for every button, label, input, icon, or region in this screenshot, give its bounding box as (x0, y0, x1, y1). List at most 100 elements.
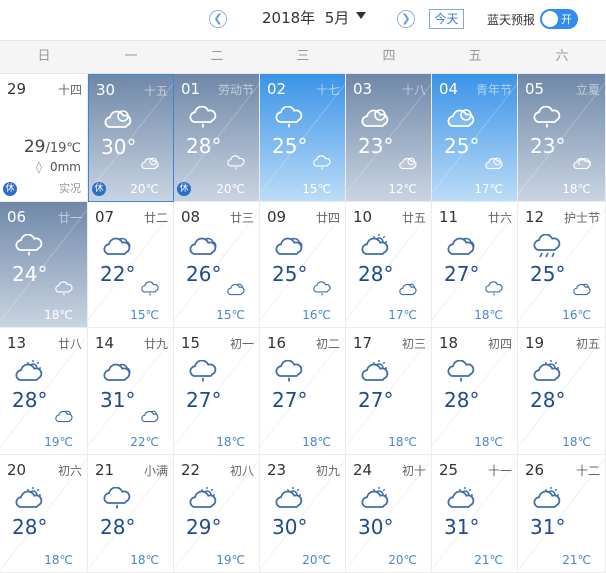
rainfall-value: 0mm (49, 160, 81, 174)
sun-cloud-icon (186, 487, 220, 513)
lunar-date: 十四 (57, 83, 82, 97)
lunar-date: 十一 (487, 464, 512, 478)
chevron-left-icon[interactable]: ❮ (209, 10, 227, 28)
day-cell[interactable]: 30 十五 30° 20℃ 休 (88, 74, 174, 202)
low-temperature: 18℃ (44, 308, 73, 322)
day-cell[interactable]: 11 廿六 27° 18℃ (432, 202, 518, 328)
day-cell[interactable]: 06 廿一 24° 18℃ (0, 202, 88, 328)
day-cell[interactable]: 13 廿八 28° 19℃ (0, 328, 88, 455)
partly-cloudy-icon (397, 281, 419, 299)
day-cell[interactable]: 17 初三 27° 18℃ (346, 328, 432, 455)
lunar-date: 十八 (401, 83, 426, 97)
day-cell[interactable]: 02 十七 25° 15℃ (260, 74, 346, 202)
day-cell[interactable]: 21 小满 28° 18℃ (88, 455, 174, 573)
day-cell[interactable]: 03 十八 23° 12℃ (346, 74, 432, 202)
day-number: 05 (525, 80, 545, 98)
lunar-date: 十七 (315, 83, 340, 97)
high-temperature: 28° (186, 134, 222, 158)
day-cell[interactable]: 01 劳动节 28° 20℃ 休 (174, 74, 260, 202)
high-temperature: 24° (12, 262, 48, 286)
day-cell[interactable]: 26 十二 31° 21℃ (518, 455, 606, 573)
rain-icon (186, 359, 220, 386)
day-cell[interactable]: 10 廿五 28° 17℃ (346, 202, 432, 328)
day-cell[interactable]: 24 初十 30° 20℃ (346, 455, 432, 573)
partly-cloudy-icon (483, 155, 505, 173)
sun-cloud-icon (12, 487, 46, 513)
observed-low: /19℃ (45, 141, 81, 156)
day-cell-past[interactable]: 29 十四 29/19℃ ◊ 0mm 实况休 (0, 74, 88, 202)
partly-cloudy-icon (53, 408, 75, 426)
lunar-date: 立夏 (575, 83, 600, 97)
day-cell[interactable]: 14 廿九 31° 22℃ (88, 328, 174, 455)
caret-down-icon[interactable] (356, 12, 366, 19)
low-temperature: 12℃ (388, 182, 417, 196)
high-temperature: 25° (530, 262, 566, 286)
lunar-date: 廿三 (229, 211, 254, 225)
high-temperature: 25° (444, 134, 480, 158)
lunar-date: 十五 (143, 84, 168, 98)
rain-icon (311, 281, 333, 299)
cloudy-icon (186, 234, 220, 260)
toggle-knob (542, 11, 558, 27)
day-cell[interactable]: 16 初二 27° 18℃ (260, 328, 346, 455)
day-number: 23 (267, 461, 287, 479)
high-temperature: 23° (358, 134, 394, 158)
day-number: 14 (95, 334, 115, 352)
partly-cloudy-icon (571, 281, 593, 299)
sun-cloud-icon (444, 487, 478, 513)
high-temperature: 31° (444, 515, 480, 539)
lunar-date: 初二 (315, 337, 340, 351)
month-selector[interactable]: 2018年 5月 (262, 7, 349, 28)
high-temperature: 25° (272, 134, 308, 158)
high-temperature: 27° (444, 262, 480, 286)
day-cell[interactable]: 18 初四 28° 18℃ (432, 328, 518, 455)
holiday-badge: 休 (177, 182, 191, 196)
low-temperature: 19℃ (216, 553, 245, 567)
day-number: 13 (7, 334, 27, 352)
sun-cloud-icon (358, 487, 392, 513)
lunar-date: 护士节 (563, 211, 600, 225)
low-temperature: 18℃ (474, 308, 503, 322)
rain-icon (12, 233, 46, 260)
day-number: 01 (181, 80, 201, 98)
day-number: 04 (439, 80, 459, 98)
day-cell[interactable]: 25 十一 31° 21℃ (432, 455, 518, 573)
observed-note: 实况 (59, 182, 81, 195)
day-number: 24 (353, 461, 373, 479)
day-cell[interactable]: 22 初八 29° 19℃ (174, 455, 260, 573)
day-number: 30 (96, 81, 116, 99)
high-temperature: 25° (272, 262, 308, 286)
day-cell[interactable]: 23 初九 30° 20℃ (260, 455, 346, 573)
forecast-toggle[interactable]: 开 (540, 9, 578, 29)
sun-cloud-icon (530, 360, 564, 386)
lunar-date: 初四 (487, 337, 512, 351)
today-button[interactable]: 今天 (429, 9, 464, 29)
day-cell[interactable]: 15 初一 27° 18℃ (174, 328, 260, 455)
partly-cloudy-icon (397, 155, 419, 173)
day-number: 10 (353, 208, 373, 226)
day-cell[interactable]: 05 立夏 23° 18℃ (518, 74, 606, 202)
rain-icon (53, 281, 75, 299)
rain-icon (186, 105, 220, 132)
low-temperature: 18℃ (562, 182, 591, 196)
day-cell[interactable]: 08 廿三 26° 15℃ (174, 202, 260, 328)
day-cell[interactable]: 12 护士节 25° 16℃ (518, 202, 606, 328)
rain-icon (530, 105, 564, 132)
day-cell[interactable]: 19 初五 28° 18℃ (518, 328, 606, 455)
day-cell[interactable]: 04 青年节 25° 17℃ (432, 74, 518, 202)
day-cell[interactable]: 20 初六 28° 18℃ (0, 455, 88, 573)
low-temperature: 16℃ (562, 308, 591, 322)
rain-icon (444, 359, 478, 386)
weekday-label: 一 (124, 49, 138, 64)
rain-icon (100, 486, 134, 513)
day-number: 15 (181, 334, 201, 352)
day-cell[interactable]: 07 廿二 22° 15℃ (88, 202, 174, 328)
observed-temperature: 29/19℃ (24, 137, 81, 157)
day-number: 03 (353, 80, 373, 98)
lunar-date: 廿四 (315, 211, 340, 225)
chevron-right-icon[interactable]: ❯ (397, 10, 415, 28)
low-temperature: 20℃ (388, 553, 417, 567)
low-temperature: 21℃ (562, 553, 591, 567)
day-cell[interactable]: 09 廿四 25° 16℃ (260, 202, 346, 328)
day-number: 02 (267, 80, 287, 98)
